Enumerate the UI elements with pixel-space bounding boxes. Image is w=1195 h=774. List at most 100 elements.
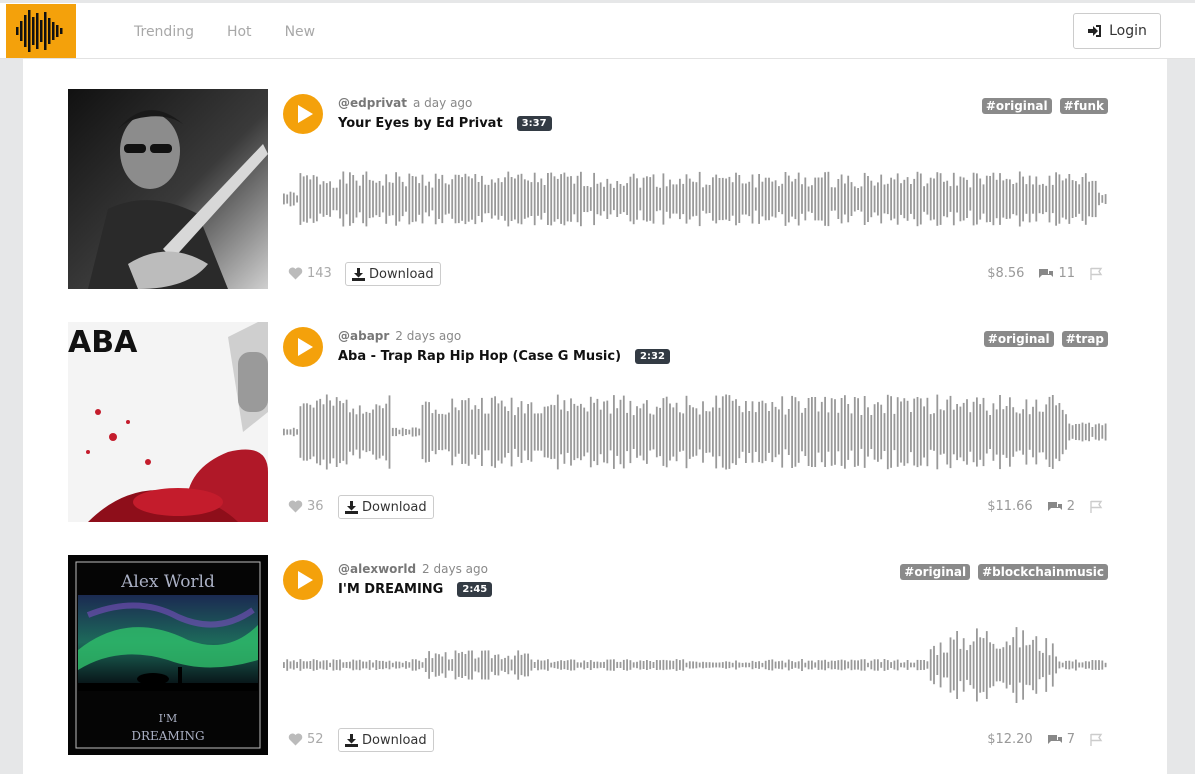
comments-button[interactable]: 7 — [1047, 732, 1075, 747]
play-button[interactable] — [283, 94, 323, 134]
comments-button[interactable]: 2 — [1047, 499, 1075, 514]
track-title[interactable]: I'M DREAMING — [338, 582, 443, 597]
waveform-bar — [316, 176, 318, 222]
like-button[interactable]: 52 — [288, 732, 324, 747]
waveform-bar — [335, 660, 338, 670]
waveform[interactable] — [283, 149, 1108, 249]
waveform-bar — [662, 173, 665, 225]
waveform-bar — [431, 187, 434, 211]
waveform-bar — [434, 173, 437, 225]
waveform-bar — [735, 172, 737, 226]
waveform-bar — [778, 661, 780, 669]
waveform-bar — [507, 171, 510, 227]
waveform-bar — [936, 655, 939, 675]
waveform-bar — [342, 171, 345, 227]
track-tags: #original #blockchainmusic — [900, 564, 1108, 580]
waveform-bar — [606, 659, 609, 671]
waveform-bar — [830, 660, 833, 670]
waveform-bar — [306, 403, 308, 461]
tab-trending[interactable]: Trending — [134, 24, 194, 40]
waveform-bar — [296, 429, 298, 435]
download-button[interactable]: Download — [338, 728, 434, 752]
waveform-bar — [1009, 179, 1011, 219]
waveform-bar — [741, 183, 744, 215]
track-title[interactable]: Aba - Trap Rap Hip Hop (Case G Music) — [338, 349, 621, 364]
waveform-bar — [649, 413, 652, 451]
waveform-bar — [804, 662, 807, 668]
flag-icon[interactable] — [1089, 500, 1103, 513]
like-button[interactable]: 36 — [288, 499, 324, 514]
comments-button[interactable]: 11 — [1038, 266, 1075, 281]
waveform-bar — [659, 187, 661, 211]
tag-original[interactable]: #original — [981, 98, 1052, 114]
play-button[interactable] — [283, 560, 323, 600]
waveform-bar — [642, 403, 645, 461]
tag-original[interactable]: #original — [983, 331, 1054, 347]
waveform-bar — [299, 659, 302, 671]
track-author[interactable]: @edprivat — [338, 96, 407, 110]
waveform-bar — [830, 398, 833, 466]
like-button[interactable]: 143 — [288, 266, 332, 281]
waveform-bar — [1042, 183, 1044, 215]
waveform-bar — [467, 398, 470, 466]
waveform-bar — [1075, 659, 1077, 671]
waveform-bar — [451, 398, 454, 466]
logo[interactable] — [6, 4, 76, 58]
track-cover-image[interactable]: Alex World I'M DREAMING — [68, 555, 268, 755]
waveform-bar — [1101, 195, 1104, 203]
waveform-bar — [1051, 184, 1054, 214]
login-button[interactable]: Login — [1073, 13, 1161, 49]
waveform-bar — [853, 397, 856, 467]
waveform-bar — [520, 654, 523, 676]
waveform-bar — [563, 400, 566, 464]
waveform-bar — [523, 179, 526, 219]
waveform-bar — [933, 413, 935, 451]
waveform-bar — [553, 405, 556, 459]
track-author[interactable]: @abapr — [338, 329, 389, 343]
tag-trap[interactable]: #trap — [1061, 331, 1108, 347]
waveform-bar — [441, 656, 444, 674]
track-author[interactable]: @alexworld — [338, 562, 416, 576]
waveform-bar — [339, 659, 341, 671]
track-cover-image[interactable] — [68, 89, 268, 289]
waveform-bar — [840, 659, 843, 671]
download-button[interactable]: Download — [345, 262, 441, 286]
waveform-bar — [738, 405, 741, 459]
waveform-bar — [388, 660, 391, 670]
waveform-bar — [985, 631, 988, 699]
waveform-bar — [1015, 627, 1018, 703]
download-button[interactable]: Download — [338, 495, 434, 519]
waveform[interactable] — [283, 615, 1108, 715]
flag-icon[interactable] — [1089, 267, 1103, 280]
waveform-bar — [1068, 174, 1071, 224]
tag-blockchainmusic[interactable]: #blockchainmusic — [978, 564, 1108, 580]
waveform-bar — [1075, 424, 1077, 440]
waveform-bar — [794, 662, 797, 668]
waveform-bar — [923, 406, 925, 458]
tag-original[interactable]: #original — [900, 564, 971, 580]
waveform-bar — [863, 172, 866, 225]
play-button[interactable] — [283, 327, 323, 367]
nav-tabs: Trending Hot New — [134, 24, 348, 40]
tab-new[interactable]: New — [285, 24, 316, 40]
track-cover-image[interactable]: ABA — [68, 322, 268, 522]
waveform-bar — [1032, 184, 1034, 214]
waveform-bar — [596, 661, 599, 669]
track-title[interactable]: Your Eyes by Ed Privat — [338, 116, 503, 131]
waveform-bar — [319, 398, 322, 466]
waveform[interactable] — [283, 382, 1108, 482]
waveform-bar — [398, 176, 401, 222]
waveform-bar — [764, 660, 767, 670]
flag-icon[interactable] — [1089, 733, 1103, 746]
waveform-bar — [731, 662, 734, 668]
tab-hot[interactable]: Hot — [227, 24, 252, 40]
waveform-bar — [484, 184, 487, 214]
track-title-line: I'M DREAMING 2:45 — [338, 582, 493, 597]
waveform-bar — [283, 193, 285, 205]
waveform-bar — [867, 662, 869, 668]
waveform-bar — [352, 175, 355, 224]
waveform-bar — [982, 184, 985, 214]
tag-funk[interactable]: #funk — [1059, 98, 1108, 114]
waveform-bar — [358, 185, 361, 213]
waveform-bar — [322, 660, 325, 670]
